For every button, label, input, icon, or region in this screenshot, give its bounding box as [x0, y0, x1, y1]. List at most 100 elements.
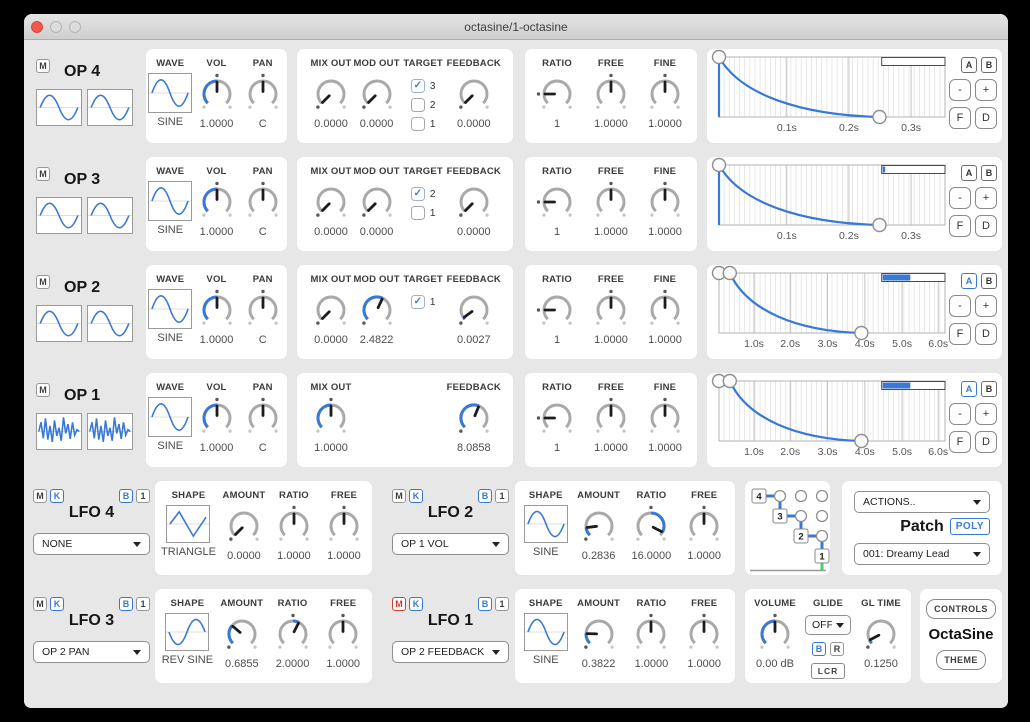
routing-node[interactable]: [815, 509, 829, 523]
env-zoom-out-button[interactable]: -: [949, 79, 971, 101]
mod-target-checkbox-2[interactable]: 2: [410, 98, 435, 112]
op-waveform-display[interactable]: [36, 197, 82, 234]
env-fit-button[interactable]: F: [949, 107, 971, 129]
envelope-display[interactable]: 1.0s 2.0s 3.0s 4.0s 5.0s 6.0s: [711, 373, 949, 461]
op-waveform-display[interactable]: [36, 89, 82, 126]
fine-knob[interactable]: [643, 289, 687, 331]
op-waveform-display[interactable]: [87, 413, 133, 450]
op-waveform-display[interactable]: [87, 305, 133, 342]
glide-retrigger-button[interactable]: R: [830, 642, 844, 656]
ratio-knob[interactable]: [272, 505, 316, 547]
ratio-knob[interactable]: [535, 289, 579, 331]
op-mute-button[interactable]: M: [36, 275, 50, 289]
env-group-b-button[interactable]: B: [981, 381, 997, 397]
free-knob[interactable]: [589, 289, 633, 331]
lfo-target-dropdown[interactable]: OP 1 VOL: [392, 533, 509, 555]
free-knob[interactable]: [682, 505, 726, 547]
lfo-mute-button[interactable]: M: [392, 597, 406, 611]
lfo-key-sync-button[interactable]: K: [409, 597, 423, 611]
mix-out-knob[interactable]: [309, 181, 353, 223]
close-window-button[interactable]: [31, 21, 43, 33]
lfo-shape-selector[interactable]: [523, 613, 568, 651]
lfo-oneshot-button[interactable]: 1: [495, 489, 509, 503]
env-fit-button[interactable]: F: [949, 323, 971, 345]
fine-knob[interactable]: [643, 397, 687, 439]
envelope-display[interactable]: 0.1s 0.2s 0.3s: [711, 157, 949, 245]
preset-dropdown[interactable]: 001: Dreamy Lead: [854, 543, 990, 565]
wave-selector[interactable]: [148, 397, 193, 437]
env-d-button[interactable]: D: [975, 107, 997, 129]
mix-out-knob[interactable]: [309, 289, 353, 331]
ratio-knob[interactable]: [629, 613, 673, 655]
amount-knob[interactable]: [220, 613, 264, 655]
envelope-handle[interactable]: [711, 49, 727, 65]
env-fit-button[interactable]: F: [949, 431, 971, 453]
free-knob[interactable]: [589, 181, 633, 223]
volume-knob[interactable]: [753, 613, 797, 655]
vol-knob[interactable]: [195, 73, 239, 115]
op-waveform-display[interactable]: [87, 89, 133, 126]
feedback-knob[interactable]: [452, 73, 496, 115]
glide-lcr-button[interactable]: LCR: [810, 663, 846, 679]
env-group-a-button[interactable]: A: [961, 165, 977, 181]
env-group-a-button[interactable]: A: [961, 381, 977, 397]
env-group-a-button[interactable]: A: [961, 273, 977, 289]
amount-knob[interactable]: [222, 505, 266, 547]
pan-knob[interactable]: [241, 181, 285, 223]
wave-selector[interactable]: [148, 73, 193, 113]
ratio-knob[interactable]: [535, 397, 579, 439]
routing-node[interactable]: [794, 489, 808, 503]
fine-knob[interactable]: [643, 73, 687, 115]
minimize-window-button[interactable]: [50, 21, 62, 33]
env-viewport-bar[interactable]: [881, 165, 946, 174]
lfo-bpm-sync-button[interactable]: B: [478, 597, 492, 611]
lfo-key-sync-button[interactable]: K: [50, 489, 64, 503]
env-group-b-button[interactable]: B: [981, 165, 997, 181]
lfo-bpm-sync-button[interactable]: B: [478, 489, 492, 503]
amount-knob[interactable]: [577, 613, 621, 655]
theme-button[interactable]: THEME: [936, 650, 986, 670]
routing-node[interactable]: [794, 509, 808, 523]
lfo-target-dropdown[interactable]: OP 2 FEEDBACK: [392, 641, 509, 663]
op-mute-button[interactable]: M: [36, 167, 50, 181]
feedback-knob[interactable]: [452, 181, 496, 223]
pan-knob[interactable]: [241, 73, 285, 115]
mix-out-knob[interactable]: [309, 73, 353, 115]
lfo-key-sync-button[interactable]: K: [409, 489, 423, 503]
env-group-a-button[interactable]: A: [961, 57, 977, 73]
lfo-shape-selector[interactable]: [166, 505, 211, 543]
mod-out-knob[interactable]: [355, 289, 399, 331]
ratio-knob[interactable]: [629, 505, 673, 547]
op-waveform-display[interactable]: [36, 413, 82, 450]
env-d-button[interactable]: D: [975, 215, 997, 237]
env-zoom-out-button[interactable]: -: [949, 187, 971, 209]
vol-knob[interactable]: [195, 181, 239, 223]
wave-selector[interactable]: [148, 289, 193, 329]
lfo-mute-button[interactable]: M: [33, 597, 47, 611]
lfo-bpm-sync-button[interactable]: B: [119, 489, 133, 503]
lfo-bpm-sync-button[interactable]: B: [119, 597, 133, 611]
lfo-oneshot-button[interactable]: 1: [136, 489, 150, 503]
mod-target-checkbox-1[interactable]: 1: [410, 295, 435, 309]
envelope-display[interactable]: 1.0s 2.0s 3.0s 4.0s 5.0s 6.0s: [711, 265, 949, 353]
pan-knob[interactable]: [241, 397, 285, 439]
mix-out-knob[interactable]: [309, 397, 353, 439]
lfo-target-dropdown[interactable]: OP 2 PAN: [33, 641, 150, 663]
routing-node[interactable]: [815, 489, 829, 503]
pan-knob[interactable]: [241, 289, 285, 331]
env-zoom-out-button[interactable]: -: [949, 403, 971, 425]
ratio-knob[interactable]: [271, 613, 315, 655]
env-zoom-out-button[interactable]: -: [949, 295, 971, 317]
env-group-b-button[interactable]: B: [981, 57, 997, 73]
env-zoom-in-button[interactable]: +: [975, 187, 997, 209]
envelope-display[interactable]: 0.1s 0.2s 0.3s: [711, 49, 949, 137]
vol-knob[interactable]: [195, 397, 239, 439]
ratio-knob[interactable]: [535, 181, 579, 223]
op-waveform-display[interactable]: [87, 197, 133, 234]
ratio-knob[interactable]: [535, 73, 579, 115]
lfo-shape-selector[interactable]: [165, 613, 210, 651]
env-zoom-in-button[interactable]: +: [975, 403, 997, 425]
envelope-handle[interactable]: [872, 109, 887, 125]
envelope-handle[interactable]: [722, 265, 738, 281]
zoom-window-button[interactable]: [69, 21, 81, 33]
